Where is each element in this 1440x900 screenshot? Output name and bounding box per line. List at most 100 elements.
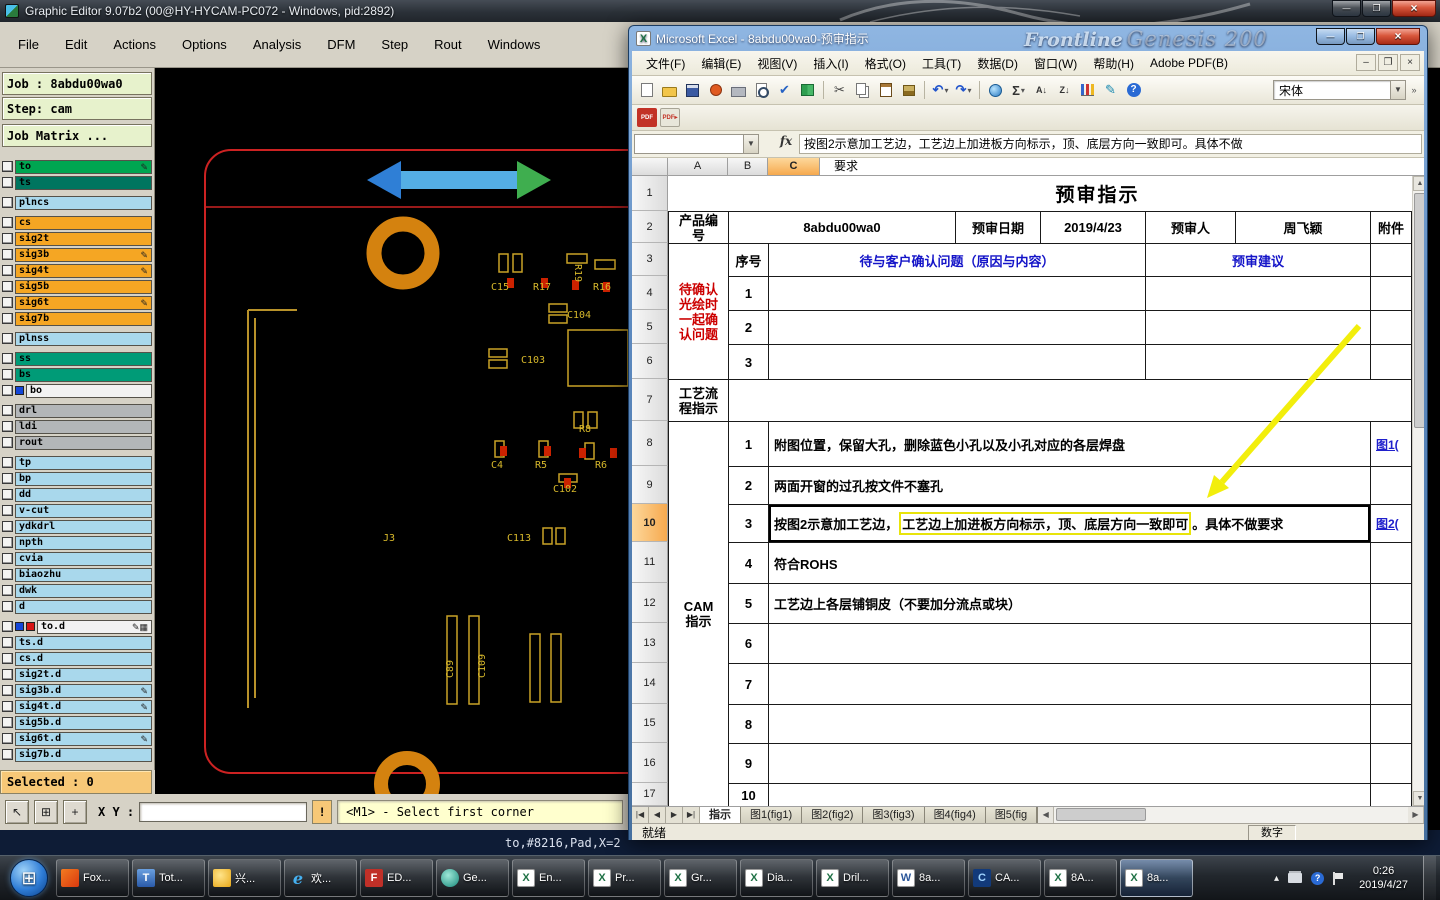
layer-checkbox[interactable] (2, 313, 13, 324)
layer-row-sig3b-d[interactable]: sig3b.d ✎ (2, 683, 152, 698)
layer-row-ydkdrl[interactable]: ydkdrl (2, 519, 152, 534)
menu-view[interactable]: 视图(V) (749, 52, 805, 75)
prev-sheet-button[interactable] (649, 807, 666, 823)
taskbar-item-xing[interactable]: 兴... (208, 859, 281, 897)
layer-row-sig6t-d[interactable]: sig6t.d ✎ (2, 731, 152, 746)
cell-empty[interactable] (1370, 704, 1412, 743)
chart-wizard-icon[interactable] (1077, 80, 1098, 101)
layer-checkbox[interactable] (2, 553, 13, 564)
layer-checkbox[interactable] (2, 733, 13, 744)
ge-close-button[interactable] (1392, 0, 1436, 17)
cell-empty[interactable] (1370, 663, 1412, 704)
select-all-corner[interactable] (632, 158, 668, 176)
taskbar-item-excel-2[interactable]: Pr... (588, 859, 661, 897)
layer-row-dwk[interactable]: dwk (2, 583, 152, 598)
layer-checkbox[interactable] (2, 653, 13, 664)
row-header[interactable]: 17 (632, 783, 668, 806)
layer-row-ts-d[interactable]: ts.d (2, 635, 152, 650)
layer-checkbox[interactable] (2, 601, 13, 612)
layer-row-plnss[interactable]: plnss (2, 331, 152, 346)
layer-checkbox[interactable] (2, 637, 13, 648)
layer-row-sig4t[interactable]: sig4t ✎ (2, 263, 152, 278)
help-tray-icon[interactable] (1311, 871, 1325, 885)
row-header[interactable]: 13 (632, 623, 668, 663)
ge-menu-edit[interactable]: Edit (65, 37, 87, 52)
tray-clock[interactable]: 0:26 2019/4/27 (1359, 864, 1408, 892)
next-sheet-button[interactable] (666, 807, 683, 823)
hyperlink-icon[interactable] (985, 80, 1006, 101)
taskbar-item-excel-5[interactable]: Dril... (816, 859, 889, 897)
row-header[interactable]: 1 (632, 176, 668, 211)
sheet-tab-zhishi[interactable]: 指示 (700, 807, 741, 823)
toolbar-options-chevron[interactable]: » (1408, 80, 1420, 101)
layer-checkbox[interactable] (2, 385, 13, 396)
cell-date-label[interactable]: 预审日期 (955, 211, 1040, 243)
help-icon[interactable] (1123, 80, 1144, 101)
layer-checkbox[interactable] (2, 505, 13, 516)
cell-cam-num[interactable]: 2 (728, 466, 768, 504)
sheet-title[interactable]: 预审指示 (668, 176, 1412, 211)
menu-file[interactable]: 文件(F) (638, 52, 693, 75)
excel-titlebar[interactable]: Microsoft Excel - 8abdu00wa0-预审指示 Frontl… (632, 26, 1424, 51)
layer-row-bp[interactable]: bp (2, 471, 152, 486)
layer-row-to[interactable]: to ✎ (2, 159, 152, 174)
excel-minimize-button[interactable] (1316, 28, 1345, 45)
cell-pending-num[interactable]: 2 (728, 310, 768, 344)
ge-menu-windows[interactable]: Windows (488, 37, 541, 52)
ge-titlebar[interactable]: Graphic Editor 9.07b2 (00@HY-HYCAM-PC072… (0, 0, 1440, 22)
permission-icon[interactable] (705, 80, 726, 101)
cell-cam-num[interactable]: 8 (728, 704, 768, 743)
select-tool-button[interactable] (5, 800, 29, 824)
layer-row-plncs[interactable]: plncs (2, 195, 152, 210)
ge-menu-step[interactable]: Step (381, 37, 408, 52)
layer-checkbox[interactable] (2, 621, 13, 632)
layer-checkbox[interactable] (2, 685, 13, 696)
row-header[interactable]: 12 (632, 583, 668, 623)
layer-checkbox[interactable] (2, 457, 13, 468)
paste-icon[interactable] (875, 80, 896, 101)
workbook-restore-button[interactable]: ❐ (1378, 54, 1398, 71)
layer-row-rout[interactable]: rout (2, 435, 152, 450)
layer-row-cs-d[interactable]: cs.d (2, 651, 152, 666)
layer-row-sig4t-d[interactable]: sig4t.d ✎ (2, 699, 152, 714)
layer-row-ts[interactable]: ts (2, 175, 152, 190)
taskbar-item-word[interactable]: 8a... (892, 859, 965, 897)
layer-checkbox[interactable] (2, 249, 13, 260)
ge-menu-analysis[interactable]: Analysis (253, 37, 301, 52)
cell-attach-label[interactable]: 附件 (1370, 211, 1412, 243)
taskbar-item-ie[interactable]: 欢... (284, 859, 357, 897)
layer-row-cs[interactable]: cs (2, 215, 152, 230)
cell-cam-num[interactable]: 7 (728, 663, 768, 704)
row-header[interactable]: 8 (632, 421, 668, 466)
sheet-tab-fig3[interactable]: 图3(fig3) (863, 807, 925, 823)
ge-maximize-button[interactable] (1362, 0, 1391, 17)
convert-to-pdf-icon[interactable] (637, 108, 657, 127)
layer-checkbox[interactable] (2, 421, 13, 432)
start-button[interactable] (10, 859, 48, 897)
taskbar-item-excel-4[interactable]: Dia... (740, 859, 813, 897)
layer-checkbox[interactable] (2, 197, 13, 208)
row-header[interactable]: 3 (632, 243, 668, 276)
spelling-icon[interactable] (774, 80, 795, 101)
job-matrix-button[interactable]: Job Matrix ... (2, 124, 152, 147)
grid-tool-button[interactable] (34, 800, 58, 824)
row-header[interactable]: 11 (632, 542, 668, 583)
name-box-dropdown[interactable]: ▼ (744, 134, 759, 154)
taskbar-item-excel-6[interactable]: 8A... (1044, 859, 1117, 897)
show-desktop-button[interactable] (1423, 855, 1436, 900)
layer-row-sig6t[interactable]: sig6t ✎ (2, 295, 152, 310)
menu-format[interactable]: 格式(O) (857, 52, 914, 75)
drawing-icon[interactable] (1100, 80, 1121, 101)
layer-checkbox[interactable] (2, 265, 13, 276)
cell-cam-text[interactable]: 工艺边上各层铺铜皮（不要加分流点或块） (768, 583, 1370, 623)
sheet-tab-fig5[interactable]: 图5(fig (985, 807, 1038, 823)
layer-row-sig2t[interactable]: sig2t (2, 231, 152, 246)
cell-product-value[interactable]: 8abdu00wa0 (728, 211, 955, 243)
row-header[interactable]: 7 (632, 379, 668, 421)
layer-row-sig3b[interactable]: sig3b ✎ (2, 247, 152, 262)
cell-cam-text-active[interactable]: 按图2示意加工艺边， 工艺边上加进板方向标示，顶、底层方向一致即可 。具体不做要求 (768, 504, 1370, 542)
column-header-c[interactable]: C (768, 158, 820, 176)
taskbar-item-excel-active[interactable]: 8a... (1120, 859, 1193, 897)
cell-product-label[interactable]: 产品编号 (668, 211, 728, 243)
layer-checkbox[interactable] (2, 233, 13, 244)
